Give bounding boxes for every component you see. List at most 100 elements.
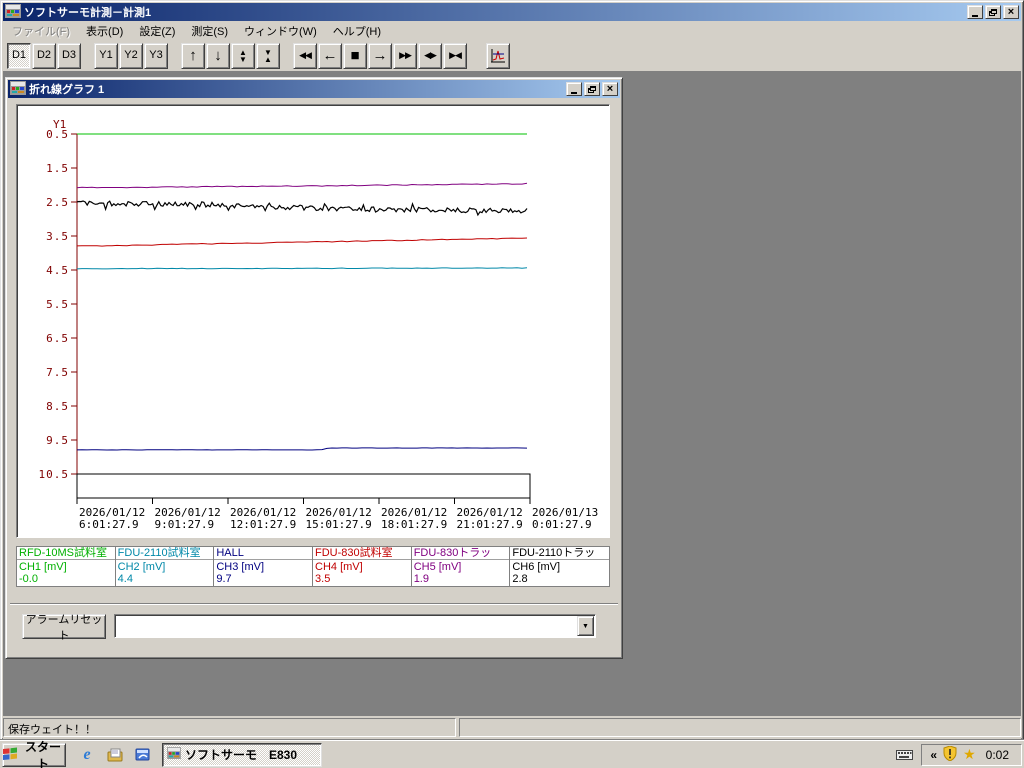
toolbar-button-scroll-down[interactable]: ↓ (206, 42, 230, 69)
legend-channel-6: FDU-2110トラッ CH6 [mV] 2.8 (510, 547, 610, 586)
toolbar-button-d1[interactable]: D1 (7, 42, 31, 69)
toolbar-button-d2[interactable]: D2 (32, 42, 56, 69)
app-icon (5, 3, 21, 21)
toolbar-button-y3[interactable]: Y3 (144, 42, 168, 69)
graph-window: 折れ線グラフ 1 × Y1 0.5 1.5 2.5 3.5 4.5 5.5 6.5 7.5 8.5… (5, 77, 623, 659)
start-button[interactable]: スタート (2, 740, 66, 768)
line-graph-icon (491, 48, 505, 62)
menu-item-4[interactable]: ウィンドウ(W) (236, 21, 325, 41)
tray-star-icon[interactable]: ★ (963, 746, 976, 763)
svg-text:3.5: 3.5 (46, 230, 69, 243)
svg-text:12:01:27.9: 12:01:27.9 (230, 518, 296, 531)
toolbar-button-fast-forward[interactable]: ▶▶ (393, 42, 417, 69)
scroll-down-icon: ↓ (214, 47, 222, 64)
graph-minimize-button[interactable] (566, 82, 582, 96)
svg-text:5.5: 5.5 (46, 298, 69, 311)
desktop: ソフトサーモ計測－計測1 × ファイル(F) 表示(D) 設定(Z) 測定(S) ウィン… (0, 0, 1024, 768)
toolbar-button-scroll-up[interactable]: ↑ (181, 42, 205, 69)
legend-channel-label: CH2 [mV] (117, 561, 166, 573)
svg-text:9.5: 9.5 (46, 434, 69, 447)
legend-value: 3.5 (315, 573, 331, 585)
alarm-combobox-value (118, 618, 575, 634)
svg-text:7.5: 7.5 (46, 366, 69, 379)
fast-rewind-icon: ◀◀ (299, 50, 312, 60)
toolbar-button-line-graph[interactable] (486, 42, 510, 69)
legend-channel-label: CH4 [mV] (315, 561, 363, 573)
legend-title: FDU-830試料室 (313, 547, 411, 560)
status-spare (459, 718, 1021, 737)
toolbar-button-stop[interactable]: ■ (343, 42, 367, 69)
svg-text:6:01:27.9: 6:01:27.9 (79, 518, 139, 531)
taskbar-app-label: ソフトサーモ E830 (185, 748, 298, 762)
alarm-reset-button[interactable]: アラームリセット (22, 614, 106, 642)
toolbar-button-y1[interactable]: Y1 (94, 42, 118, 69)
graph-window-title: 折れ線グラフ 1 (29, 84, 105, 96)
menu-item-0: ファイル(F) (12, 25, 71, 38)
close-button[interactable]: × (1003, 5, 1019, 19)
svg-text:4.5: 4.5 (46, 264, 69, 277)
quick-launch: e (78, 746, 152, 764)
mdi-workspace: 折れ線グラフ 1 × Y1 0.5 1.5 2.5 3.5 4.5 5.5 6.5 7.5 8.5… (3, 71, 1021, 716)
svg-text:9:01:27.9: 9:01:27.9 (155, 518, 215, 531)
windows-logo-icon (3, 747, 18, 763)
svg-text:8.5: 8.5 (46, 400, 69, 413)
legend-channel-2: FDU-2110試料室 CH2 [mV] 4.4 (115, 547, 215, 586)
toolbar-group-playback: ◀◀ ← ■ → ▶▶ ◀▶ ▶◀ (293, 42, 468, 69)
keyboard-layout-icon[interactable] (896, 749, 914, 761)
legend-value: 2.8 (512, 573, 528, 585)
toolbar-button-compress-horizontal[interactable]: ▶◀ (443, 42, 467, 69)
minimize-button[interactable] (967, 5, 983, 19)
scroll-up-icon: ↑ (189, 47, 197, 64)
legend-channel-5: FDU-830トラッ CH5 [mV] 1.9 (411, 547, 511, 586)
menu-item-3[interactable]: 測定(S) (183, 21, 236, 41)
legend-channel-label: CH3 [mV] (216, 561, 265, 573)
graph-restore-button[interactable] (584, 82, 600, 96)
toolbar-group-graph (486, 42, 511, 69)
toolbar-button-expand-vertical[interactable]: ▲ ▼ (231, 42, 255, 69)
legend-channel-4: FDU-830試料室 CH4 [mV] 3.5 (313, 547, 412, 586)
show-desktop-icon[interactable] (106, 746, 124, 764)
graph-titlebar[interactable]: 折れ線グラフ 1 × (8, 80, 620, 98)
svg-text:2.5: 2.5 (46, 196, 69, 209)
internet-explorer-icon[interactable]: e (78, 746, 96, 764)
toolbar-group-axis-select: Y1 Y2 Y3 (94, 42, 169, 69)
svg-text:0:01:27.9: 0:01:27.9 (532, 518, 592, 531)
step-left-icon: ← (322, 47, 338, 64)
main-titlebar[interactable]: ソフトサーモ計測－計測1 × (3, 3, 1021, 21)
legend-value: -0.0 (19, 573, 38, 585)
toolbar-button-compress-vertical[interactable]: ▼ ▲ (256, 42, 280, 69)
window-switcher-icon[interactable] (134, 746, 152, 764)
alarm-combobox[interactable]: ▼ (114, 614, 596, 638)
tray-chevron-icon[interactable]: « (930, 748, 937, 762)
legend-value: 1.9 (413, 573, 429, 585)
taskbar-clock[interactable]: 0:02 (982, 748, 1013, 762)
legend-value: 4.4 (117, 573, 133, 585)
legend-title: RFD-10MS試料室 (17, 547, 115, 560)
combobox-dropdown-icon[interactable]: ▼ (577, 616, 594, 636)
menu-item-2[interactable]: 設定(Z) (131, 21, 183, 41)
toolbar-group-scroll: ↑ ↓ ▲ ▼ ▼ ▲ (181, 42, 281, 69)
taskbar-app-button[interactable]: ソフトサーモ E830 (162, 742, 322, 767)
toolbar-button-d3[interactable]: D3 (57, 42, 81, 69)
menu-item-5[interactable]: ヘルプ(H) (325, 21, 389, 41)
window-title: ソフトサーモ計測－計測1 (24, 7, 152, 19)
svg-text:6.5: 6.5 (46, 332, 69, 345)
chart-panel: Y1 0.5 1.5 2.5 3.5 4.5 5.5 6.5 7.5 8.5 9.5 10.5 2026… (16, 104, 610, 538)
toolbar-button-fast-rewind[interactable]: ◀◀ (293, 42, 317, 69)
svg-text:10.5: 10.5 (39, 468, 70, 481)
toolbar-button-y2[interactable]: Y2 (119, 42, 143, 69)
toolbar-button-step-left[interactable]: ← (318, 42, 342, 69)
security-shield-icon[interactable] (943, 744, 957, 764)
menu-item-1[interactable]: 表示(D) (78, 21, 131, 41)
graph-window-icon (10, 80, 26, 98)
graph-close-button[interactable]: × (602, 82, 618, 96)
toolbar-button-expand-horizontal[interactable]: ◀▶ (418, 42, 442, 69)
svg-text:0.5: 0.5 (46, 128, 69, 141)
channel-legend: RFD-10MS試料室 CH1 [mV] -0.0 FDU-2110試料室 CH2 [m… (16, 546, 610, 587)
toolbar-button-step-right[interactable]: → (368, 42, 392, 69)
system-tray: « ★ 0:02 (896, 741, 1024, 768)
step-right-icon: → (372, 47, 388, 64)
restore-button[interactable] (985, 5, 1001, 19)
status-message: 保存ウェイト！！ (3, 718, 456, 737)
toolbar: D1 D2 D3 Y1 Y2 Y3 ↑ ↓ ▲ ▼ ▼ ▲ ◀◀ ← ■ → ▶▶ ◀▶ ▶◀ (3, 40, 1021, 71)
